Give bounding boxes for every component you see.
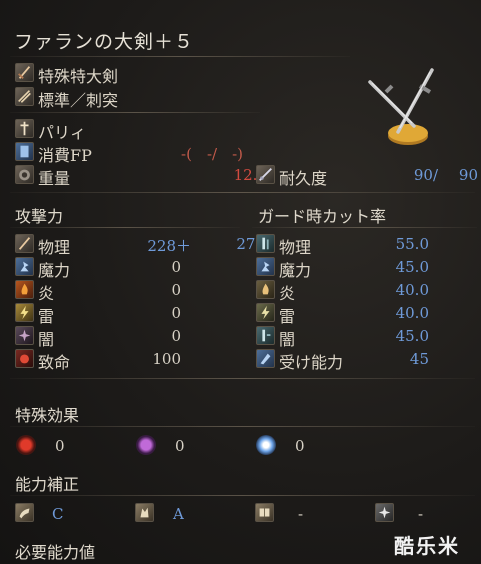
guard-stability-label: 受け能力 [279, 353, 344, 372]
guard-dark-icon [256, 326, 275, 345]
sword-physical-icon [15, 234, 34, 253]
durability-label: 耐久度 [279, 169, 328, 188]
strength-scaling: C [52, 505, 64, 523]
special-effects-heading: 特殊効果 [15, 406, 80, 425]
guard-stability-value: 45 [409, 350, 429, 368]
section-divider-2 [10, 378, 475, 379]
weight-icon [15, 165, 34, 184]
attack-type: 標準／刺突 [38, 91, 119, 110]
durability-max: 90 [458, 166, 478, 184]
faith-icon [375, 503, 394, 522]
dexterity-icon [135, 503, 154, 522]
attack-dark-value: 0 [171, 327, 181, 345]
attack-heading: 攻撃力 [15, 207, 64, 226]
item-detail-panel: ファランの大剣＋５ 特殊特大剣 標準／刺突 パリィ 消費FP -( -/ -) [0, 0, 481, 564]
guard-lightning-icon [256, 303, 275, 322]
weapon-skill: パリィ [38, 123, 87, 142]
guard-physical-value: 55.0 [395, 235, 429, 253]
guard-dark-label: 闇 [279, 330, 296, 349]
guard-heading-underline [252, 227, 477, 228]
guard-fire-icon [256, 280, 275, 299]
guard-stability-icon [256, 349, 275, 368]
special-effects-underline [10, 426, 475, 427]
weapon-name: ファランの大剣＋５ [14, 31, 195, 53]
dexterity-scaling: A [173, 505, 184, 523]
guard-heading: ガード時カット率 [258, 207, 387, 226]
guard-dark-value: 45.0 [395, 327, 429, 345]
greatsword-icon [15, 63, 34, 82]
guard-lightning-label: 雷 [279, 307, 296, 326]
requirements-heading: 必要能力値 [15, 543, 96, 562]
poison-icon [136, 435, 156, 455]
magic-icon [15, 257, 34, 276]
guard-magic-value: 45.0 [395, 258, 429, 276]
poison-value: 0 [175, 437, 185, 455]
bleed-value: 0 [55, 437, 65, 455]
guard-physical-label: 物理 [279, 238, 312, 257]
faith-scaling: - [418, 505, 424, 523]
attack-magic-value: 0 [171, 258, 181, 276]
watermark: 酷乐米 [394, 534, 460, 558]
attack-magic-label: 魔力 [38, 261, 71, 280]
scaling-heading: 能力補正 [15, 475, 80, 494]
title-divider [10, 56, 350, 57]
fp-icon [15, 142, 34, 161]
critical-icon [15, 349, 34, 368]
guard-magic-label: 魔力 [279, 261, 312, 280]
guard-fire-value: 40.0 [395, 281, 429, 299]
attack-dark-label: 闇 [38, 330, 55, 349]
weapon-type: 特殊特大剣 [38, 67, 119, 86]
strength-icon [15, 503, 34, 522]
weapon-image [368, 68, 434, 145]
attack-lightning-label: 雷 [38, 307, 55, 326]
fire-icon [15, 280, 34, 299]
attack-fire-label: 炎 [38, 284, 55, 303]
attack-heading-underline [10, 227, 240, 228]
sword-skill-icon [15, 119, 34, 138]
dark-icon [15, 326, 34, 345]
durability-icon [256, 165, 275, 184]
guard-fire-label: 炎 [279, 284, 296, 303]
slash-thrust-icon [15, 87, 34, 106]
info-divider [10, 112, 260, 113]
durability-current: 90/ [413, 166, 438, 184]
attack-critical-value: 100 [152, 350, 181, 368]
attack-physical-value: 228＋ [147, 237, 191, 255]
fp-cost-value: -( -/ -) [181, 145, 243, 163]
attack-lightning-value: 0 [171, 304, 181, 322]
weight-label: 重量 [38, 169, 71, 188]
intelligence-scaling: - [298, 505, 304, 523]
guard-lightning-value: 40.0 [395, 304, 429, 322]
lightning-icon [15, 303, 34, 322]
attack-physical-label: 物理 [38, 238, 71, 257]
guard-magic-icon [256, 257, 275, 276]
frost-icon [256, 435, 276, 455]
scaling-underline [10, 495, 475, 496]
frost-value: 0 [295, 437, 305, 455]
intelligence-icon [255, 503, 274, 522]
bleed-icon [16, 435, 36, 455]
attack-critical-label: 致命 [38, 353, 71, 372]
attack-fire-value: 0 [171, 281, 181, 299]
section-divider [10, 192, 475, 193]
fp-cost-label: 消費FP [38, 146, 92, 165]
guard-physical-icon [256, 234, 275, 253]
